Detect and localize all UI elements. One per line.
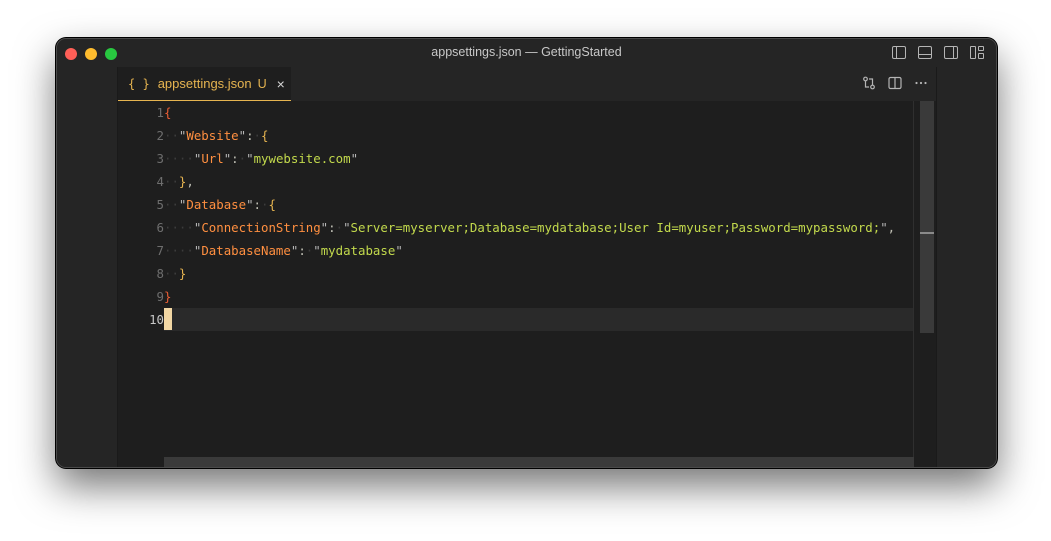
json-value-database-name: mydatabase bbox=[320, 243, 396, 258]
line-number-gutter: 1 2 3 4 5 6 7 8 9 10 bbox=[118, 101, 164, 467]
tab-bar: { } appsettings.json U × bbox=[118, 67, 936, 101]
toggle-secondary-sidebar-icon[interactable] bbox=[944, 46, 958, 59]
vertical-scrollbar[interactable] bbox=[913, 101, 936, 467]
json-file-icon: { } bbox=[128, 76, 150, 91]
line-number: 7 bbox=[156, 243, 164, 258]
code-line bbox=[164, 308, 172, 331]
code-line: ····"DatabaseName":·"mydatabase" bbox=[164, 243, 403, 258]
code-line: { bbox=[164, 105, 172, 120]
line-number: 3 bbox=[156, 151, 164, 166]
more-actions-icon[interactable] bbox=[914, 76, 928, 90]
code-line: ··} bbox=[164, 266, 187, 281]
customize-layout-icon[interactable] bbox=[970, 46, 984, 59]
line-number: 6 bbox=[156, 220, 164, 235]
line-number: 2 bbox=[156, 128, 164, 143]
layout-controls bbox=[892, 46, 984, 59]
line-number: 5 bbox=[156, 197, 164, 212]
left-sidebar-area bbox=[57, 67, 118, 467]
right-sidebar-area bbox=[936, 67, 996, 467]
json-key-url: Url bbox=[201, 151, 224, 166]
split-editor-icon[interactable] bbox=[888, 76, 902, 90]
open-changes-icon[interactable] bbox=[862, 76, 876, 90]
line-number: 4 bbox=[156, 174, 164, 189]
editor-actions bbox=[862, 76, 928, 90]
json-value-url: mywebsite.com bbox=[253, 151, 351, 166]
line-number: 8 bbox=[156, 266, 164, 281]
toggle-panel-icon[interactable] bbox=[918, 46, 932, 59]
vertical-scroll-thumb[interactable] bbox=[920, 101, 934, 333]
json-key-database-name: DatabaseName bbox=[201, 243, 291, 258]
tab-appsettings-json[interactable]: { } appsettings.json U × bbox=[118, 67, 291, 101]
line-number-current: 10 bbox=[149, 312, 164, 327]
editor-window: appsettings.json — GettingStarted { } ap… bbox=[56, 38, 997, 468]
toggle-primary-sidebar-icon[interactable] bbox=[892, 46, 906, 59]
json-key-website: Website bbox=[186, 128, 239, 143]
text-cursor bbox=[164, 308, 172, 330]
code-line: ··"Database":·{ bbox=[164, 197, 276, 212]
line-number: 1 bbox=[156, 105, 164, 120]
code-line: } bbox=[164, 289, 172, 304]
code-line: ··}, bbox=[164, 174, 194, 189]
cursor-position-marker bbox=[920, 232, 934, 234]
title-bar: appsettings.json — GettingStarted bbox=[57, 39, 996, 67]
code-line: ····"Url":·"mywebsite.com" bbox=[164, 151, 359, 166]
line-number: 9 bbox=[156, 289, 164, 304]
code-editor[interactable]: 1 2 3 4 5 6 7 8 9 10 { ··"Website":·{ ··… bbox=[118, 101, 936, 467]
current-line-highlight bbox=[164, 308, 914, 331]
json-key-connection-string: ConnectionString bbox=[201, 220, 321, 235]
code-line: ··"Website":·{ bbox=[164, 128, 269, 143]
code-line: ····"ConnectionString":·"Server=myserver… bbox=[164, 220, 896, 235]
untracked-status-badge: U bbox=[257, 76, 267, 91]
window-title: appsettings.json — GettingStarted bbox=[431, 45, 622, 59]
tab-label: appsettings.json bbox=[157, 76, 252, 91]
close-tab-icon[interactable]: × bbox=[277, 76, 285, 92]
json-value-connection-string: Server=myserver;Database=mydatabase;User… bbox=[350, 220, 881, 235]
json-key-database: Database bbox=[186, 197, 247, 212]
horizontal-scrollbar[interactable] bbox=[164, 457, 914, 467]
